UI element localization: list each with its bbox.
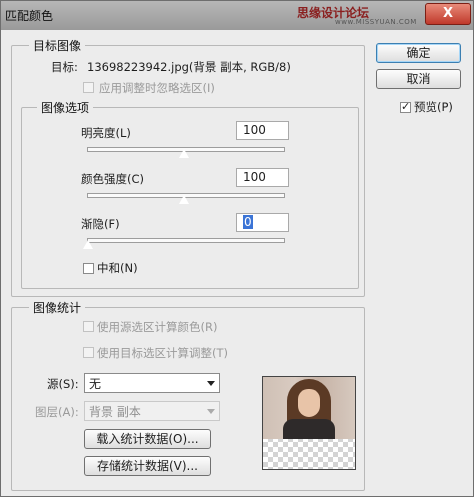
ignore-selection-label: 应用调整时忽略选区(I) (99, 81, 215, 95)
luminance-slider-handle[interactable] (178, 148, 190, 159)
load-statistics-button[interactable]: 载入统计数据(O)... (84, 429, 211, 449)
image-statistics-legend: 图像统计 (29, 299, 86, 316)
thumbnail-photo (263, 377, 355, 439)
preview-label: 预览(P) (414, 100, 453, 114)
color-intensity-label: 颜色强度(C) (81, 172, 145, 186)
use-source-selection-checkbox[interactable] (83, 321, 94, 332)
use-target-selection-label: 使用目标选区计算调整(T) (97, 346, 228, 360)
image-options-group (21, 107, 359, 289)
luminance-label: 明亮度(L) (81, 126, 131, 140)
ignore-selection-checkbox[interactable] (83, 82, 94, 93)
source-image-thumbnail (262, 376, 356, 470)
use-target-selection-checkbox[interactable] (83, 347, 94, 358)
preview-checkbox[interactable] (400, 100, 411, 113)
watermark-url: www.MISSYUAN.COM (335, 18, 417, 26)
use-source-selection-label: 使用源选区计算颜色(R) (97, 320, 218, 334)
luminance-input[interactable]: 100 (236, 121, 289, 140)
dialog-title: 匹配颜色 (5, 9, 54, 23)
cancel-button[interactable]: 取消 (376, 69, 461, 89)
neutralize-label: 中和(N) (97, 261, 138, 275)
layer-select[interactable]: 背景 副本 (84, 401, 220, 421)
chevron-down-icon (207, 381, 215, 386)
neutralize-checkbox[interactable] (83, 263, 94, 274)
source-label: 源(S): (47, 377, 79, 391)
save-statistics-button[interactable]: 存储统计数据(V)... (84, 456, 211, 476)
layer-label: 图层(A): (35, 405, 79, 419)
color-intensity-slider-handle[interactable] (178, 194, 190, 205)
title-bar: 匹配颜色 思缘设计论坛 www.MISSYUAN.COM X (1, 1, 473, 30)
target-label: 目标: (51, 60, 78, 74)
chevron-down-icon (207, 409, 215, 414)
image-options-legend: 图像选项 (37, 99, 94, 116)
color-intensity-input[interactable]: 100 (236, 168, 289, 187)
fade-slider-track[interactable] (87, 238, 285, 243)
target-value: 13698223942.jpg(背景 副本, RGB/8) (87, 60, 291, 74)
ok-button[interactable]: 确定 (376, 43, 461, 63)
close-button[interactable]: X (425, 3, 471, 25)
fade-slider-handle[interactable] (82, 239, 94, 250)
fade-label: 渐隐(F) (81, 217, 120, 231)
match-color-dialog: 匹配颜色 思缘设计论坛 www.MISSYUAN.COM X 目标图像 目标: … (0, 0, 474, 497)
source-select[interactable]: 无 (84, 373, 220, 393)
fade-input[interactable]: 0 (236, 213, 289, 232)
target-image-legend: 目标图像 (29, 37, 86, 54)
